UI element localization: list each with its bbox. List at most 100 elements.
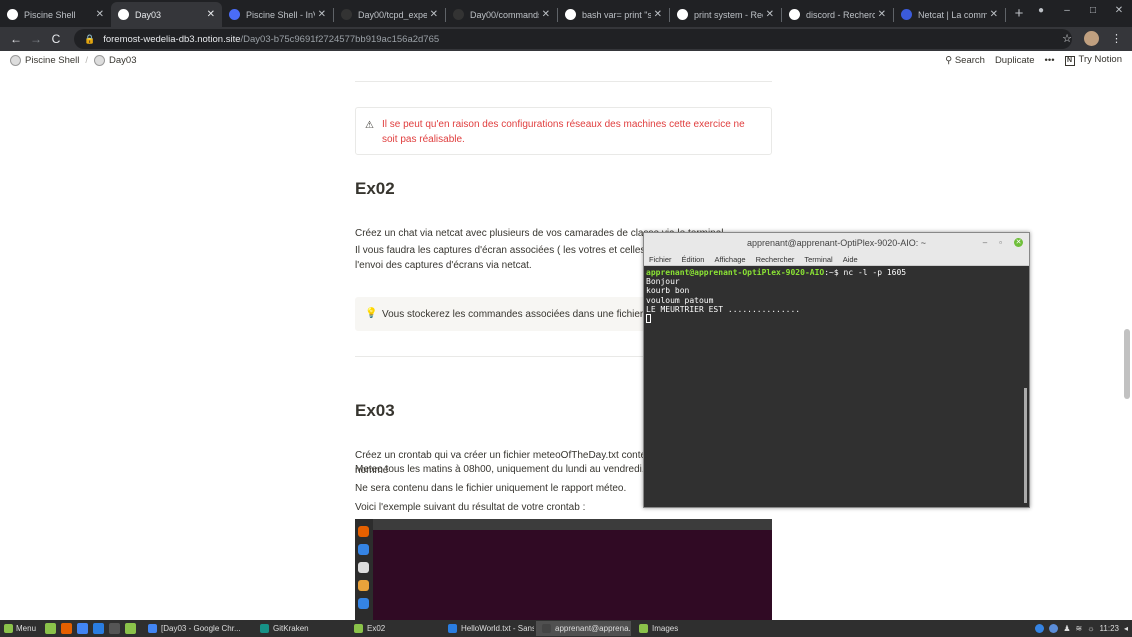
browser-tab[interactable]: print system - Recher✕ xyxy=(670,2,781,27)
page-scrollbar[interactable] xyxy=(1124,69,1130,399)
search-label: Search xyxy=(954,54,985,66)
profile-dropdown-icon[interactable]: ● xyxy=(1034,5,1048,16)
menu-label: Menu xyxy=(16,624,37,633)
reload-button[interactable]: C xyxy=(46,32,66,46)
files-launcher-icon[interactable] xyxy=(125,623,137,634)
taskbar-task[interactable]: HelloWorld.txt - Sans ... xyxy=(442,621,534,636)
taskbar-task[interactable]: Ex02 xyxy=(348,621,440,636)
terminal-menu-item[interactable]: Affichage xyxy=(714,253,745,265)
vscode-launcher-icon[interactable] xyxy=(93,623,105,634)
terminal-launcher-icon[interactable] xyxy=(109,623,121,634)
terminal-minimize-icon[interactable]: – xyxy=(983,233,987,253)
taskbar-task-label: apprenant@apprena... xyxy=(555,624,632,633)
terminal-menubar: Fichier Édition Affichage Rechercher Termina… xyxy=(644,253,1029,266)
new-tab-button[interactable]: + xyxy=(1006,2,1032,27)
divider xyxy=(355,81,772,82)
url-domain: foremost-wedelia-db3.notion.site xyxy=(103,33,241,45)
try-notion-label: Try Notion xyxy=(1078,54,1122,65)
notion-icon xyxy=(118,9,129,20)
browser-tab[interactable]: Piscine Shell - InVision✕ xyxy=(222,2,333,27)
close-tab-icon[interactable]: ✕ xyxy=(318,9,326,20)
maximize-icon[interactable]: □ xyxy=(1086,5,1100,16)
terminal-command-line: apprenant@apprenant-OptiPlex-9020-AIO:~$… xyxy=(646,268,1027,277)
show-desktop-icon[interactable] xyxy=(45,623,57,634)
warning-icon: ⚠ xyxy=(365,120,374,131)
terminal-menu-item[interactable]: Aide xyxy=(843,253,858,265)
browser-tab[interactable]: discord - Recherche G✕ xyxy=(782,2,893,27)
duplicate-button[interactable]: Duplicate xyxy=(995,55,1035,66)
breadcrumb-piscine-shell[interactable]: Piscine Shell xyxy=(25,55,79,66)
page-icon xyxy=(10,54,21,66)
close-tab-icon[interactable]: ✕ xyxy=(766,9,774,20)
close-tab-icon[interactable]: ✕ xyxy=(990,9,998,20)
close-tab-icon[interactable]: ✕ xyxy=(654,9,662,20)
address-bar[interactable]: 🔒 foremost-wedelia-db3.notion.site /Day0… xyxy=(74,29,1072,49)
terminal-close-icon[interactable]: ✕ xyxy=(1014,238,1023,247)
more-options-button[interactable]: ••• xyxy=(1045,55,1055,66)
network-icon[interactable]: ≋ xyxy=(1076,624,1083,633)
browser-tab-bar: Piscine Shell✕Day03✕Piscine Shell - InVi… xyxy=(0,0,1132,27)
volume-icon[interactable]: ◂ xyxy=(1124,624,1128,633)
terminal-body[interactable]: apprenant@apprenant-OptiPlex-9020-AIO:~$… xyxy=(644,267,1029,507)
breadcrumb-separator: / xyxy=(85,54,89,66)
browser-tab[interactable]: Day00/commands.txt✕ xyxy=(446,2,557,27)
taskbar-task-label: Ex02 xyxy=(367,624,386,633)
taskbar-task[interactable]: apprenant@apprena... xyxy=(536,621,632,636)
start-menu-button[interactable]: Menu xyxy=(0,624,40,633)
close-window-icon[interactable]: ✕ xyxy=(1112,5,1126,16)
tab-title: discord - Recherche G xyxy=(806,9,875,20)
browser-toolbar: ← → C 🔒 foremost-wedelia-db3.notion.site… xyxy=(0,27,1132,51)
taskbar-task[interactable]: Images xyxy=(633,621,725,636)
shield-icon[interactable] xyxy=(1035,624,1045,633)
terminal-menu-item[interactable]: Édition xyxy=(682,253,705,265)
minimize-icon[interactable]: – xyxy=(1060,5,1074,16)
terminal-window[interactable]: apprenant@apprenant-OptiPlex-9020-AIO: ~… xyxy=(643,232,1030,508)
browser-tab[interactable]: Netcat | La command✕ xyxy=(894,2,1005,27)
warning-callout: ⚠ Il se peut qu'en raison des configurat… xyxy=(355,107,772,155)
user-icon[interactable]: ♟ xyxy=(1063,624,1070,633)
taskbar-task-label: GitKraken xyxy=(273,624,309,633)
taskbar-task[interactable]: GitKraken xyxy=(254,621,346,636)
scrollbar-thumb[interactable] xyxy=(1124,329,1130,399)
taskbar-task[interactable]: [Day03 - Google Chr... xyxy=(142,621,252,636)
terminal-menu-item[interactable]: Fichier xyxy=(649,253,672,265)
profile-avatar[interactable] xyxy=(1084,31,1099,46)
chrome-launcher-icon[interactable] xyxy=(77,623,89,634)
terminal-menu-item[interactable]: Terminal xyxy=(804,253,832,265)
bookmark-star-icon[interactable]: ☆ xyxy=(1062,32,1072,45)
forward-button[interactable]: → xyxy=(26,32,46,46)
notion-topbar: Piscine Shell / Day03 ⚲ Search Duplicate… xyxy=(0,51,1132,69)
browser-tab[interactable]: Day03 ✕ xyxy=(111,2,222,27)
terminal-cursor-line xyxy=(646,314,1027,324)
browser-tab[interactable]: Piscine Shell ✕ xyxy=(0,2,111,27)
tab-title: bash var= print "syste xyxy=(582,9,651,20)
mint-logo-icon xyxy=(4,624,13,633)
back-button[interactable]: ← xyxy=(6,32,26,46)
github-icon xyxy=(341,9,352,20)
bluetooth-icon[interactable] xyxy=(1049,624,1059,633)
weather-report-output xyxy=(373,530,772,620)
terminal-maximize-icon[interactable]: ▫ xyxy=(999,233,1002,253)
terminal-scrollbar[interactable] xyxy=(1024,388,1027,503)
browser-tab[interactable]: bash var= print "syste✕ xyxy=(558,2,669,27)
try-notion-button[interactable]: N Try Notion xyxy=(1064,54,1122,66)
close-tab-icon[interactable]: ✕ xyxy=(96,9,104,20)
crontab-example-screenshot xyxy=(355,519,772,620)
search-button[interactable]: ⚲ Search xyxy=(945,55,985,66)
close-tab-icon[interactable]: ✕ xyxy=(878,9,886,20)
breadcrumb-day03[interactable]: Day03 xyxy=(109,55,136,66)
firefox-launcher-icon[interactable] xyxy=(61,623,73,634)
browser-menu-icon[interactable]: ⋮ xyxy=(1111,32,1122,45)
brightness-icon[interactable]: ☼ xyxy=(1087,624,1094,633)
close-tab-icon[interactable]: ✕ xyxy=(542,9,550,20)
tab-title: Day00/commands.txt xyxy=(470,9,539,20)
google-icon xyxy=(789,9,800,20)
terminal-menu-item[interactable]: Rechercher xyxy=(756,253,795,265)
clock[interactable]: 11:23 xyxy=(1100,624,1119,633)
browser-tab[interactable]: Day00/tcpd_expert_o✕ xyxy=(334,2,445,27)
tab-title: Day03 xyxy=(135,9,162,20)
search-icon: ⚲ xyxy=(945,54,953,66)
close-tab-icon[interactable]: ✕ xyxy=(430,9,438,20)
terminal-titlebar[interactable]: apprenant@apprenant-OptiPlex-9020-AIO: ~… xyxy=(644,233,1029,253)
close-tab-icon[interactable]: ✕ xyxy=(207,9,215,20)
